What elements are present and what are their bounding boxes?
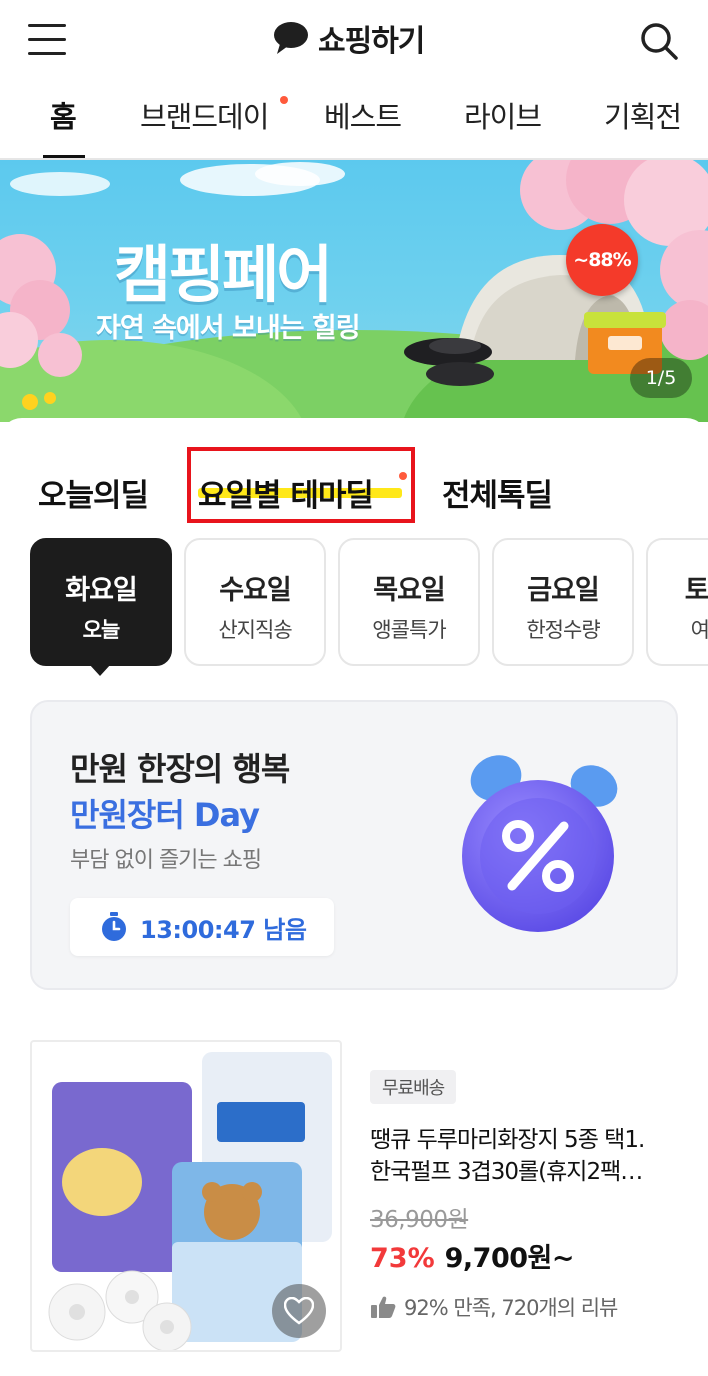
tab-best[interactable]: 베스트 [324,94,402,136]
discount-rate: 73% [370,1243,435,1274]
timer-text: 13:00:47 남음 [140,915,307,944]
day-chip-wednesday[interactable]: 수요일 산지직송 [184,538,326,666]
day-chip-thursday[interactable]: 목요일 앵콜특가 [338,538,480,666]
discount-badge: ~88% [566,224,638,296]
thumbs-up-icon [371,1296,396,1318]
promo-headline: 만원 한장의 행복 [70,750,290,788]
search-icon[interactable] [638,20,680,62]
review-summary: 92% 만족, 720개의 리뷰 [370,1292,618,1322]
tab-all-talk-deal[interactable]: 전체톡딜 [442,470,553,515]
new-dot [280,96,288,104]
menu-icon[interactable] [28,22,68,56]
sale-price: 9,700원~ [444,1243,575,1274]
chip-day-label: 토/일 [684,575,708,606]
heart-icon [284,1297,314,1325]
banner-page-indicator: 1/5 [630,358,692,398]
top-nav: 홈 브랜드데이 베스트 라이브 기획전 [0,80,708,160]
free-shipping-badge: 무료배송 [370,1070,457,1104]
chip-day-label: 목요일 [373,575,446,606]
wishlist-heart-button[interactable] [272,1284,326,1338]
alarm-clock-percent-icon [462,755,618,932]
tab-exhibition[interactable]: 기획전 [604,94,682,136]
chip-day-label: 화요일 [65,575,138,606]
brand: 쇼핑하기 [272,18,425,59]
price-row: 73% 9,700원~ [370,1236,575,1275]
brand-title: 쇼핑하기 [318,24,425,59]
product-title[interactable]: 땡큐 두루마리화장지 5종 택1. 한국펄프 3겹30롤(휴지2팩… [370,1124,680,1188]
promo-card[interactable]: 만원 한장의 행복 만원장터 Day 부담 없이 즐기는 쇼핑 13:00:47… [30,700,678,990]
banner-subtitle: 자연 속에서 보내는 힐링 [96,313,361,344]
product-title-line2: 한국펄프 3겹30롤(휴지2팩… [370,1159,643,1185]
day-chip-tuesday[interactable]: 화요일 오늘 [30,538,172,666]
day-chip-weekend[interactable]: 토/일 여행 [646,538,708,666]
tab-brandday[interactable]: 브랜드데이 [140,94,269,136]
chip-day-label: 금요일 [527,575,600,606]
chip-sub-label: 여행 [690,618,708,642]
tab-today-deal[interactable]: 오늘의딜 [38,470,149,515]
chat-bubble-icon [274,22,308,54]
app-header: 쇼핑하기 [0,0,708,80]
promo-title: 만원장터 Day [70,796,260,834]
original-price: 36,900원 [370,1207,469,1233]
tab-home[interactable]: 홈 [50,94,77,136]
review-text: 92% 만족, 720개의 리뷰 [404,1296,618,1320]
chip-sub-label: 앵콜특가 [372,618,446,642]
chip-sub-label: 한정수량 [526,618,600,642]
chip-sub-label: 오늘 [82,618,121,642]
chip-day-label: 수요일 [219,575,292,606]
product-title-line1: 땡큐 두루마리화장지 5종 택1. [370,1127,645,1153]
countdown-timer: 13:00:47 남음 [70,898,334,956]
promo-description: 부담 없이 즐기는 쇼핑 [70,848,262,873]
day-chip-friday[interactable]: 금요일 한정수량 [492,538,634,666]
stopwatch-icon [102,912,126,941]
selection-highlight-box [187,447,415,523]
banner-title: 캠핑페어 [114,238,333,311]
chip-sub-label: 산지직송 [218,618,292,642]
tab-live[interactable]: 라이브 [464,94,542,136]
promo-banner[interactable]: 캠핑페어 자연 속에서 보내는 힐링 ~88% [0,160,708,422]
chip-pointer [89,664,111,676]
